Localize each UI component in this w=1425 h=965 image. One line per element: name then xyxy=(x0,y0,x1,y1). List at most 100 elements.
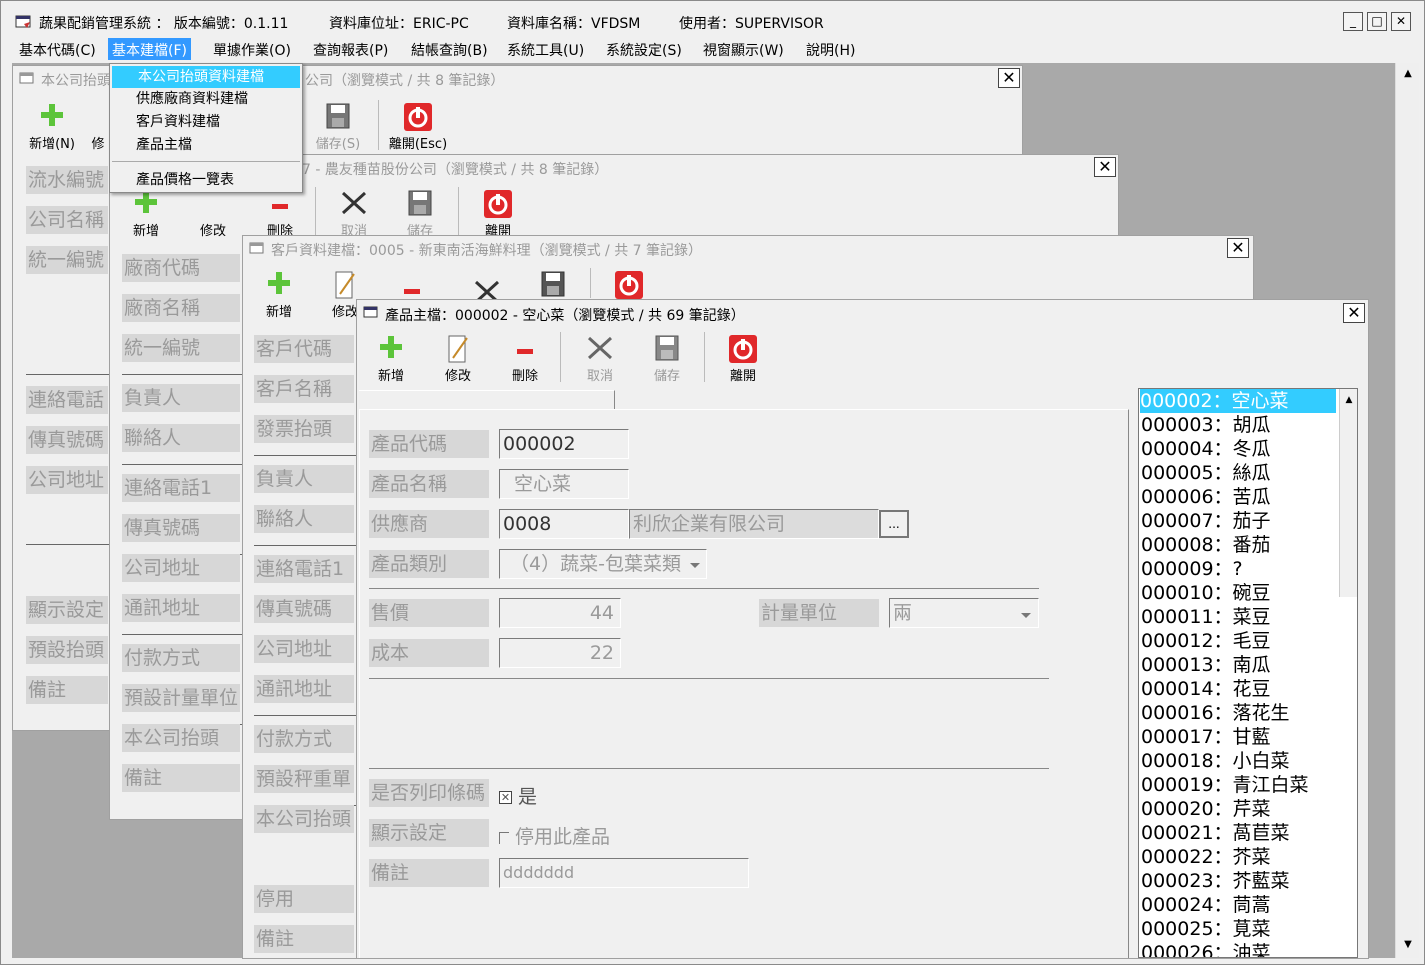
list-item[interactable]: 000021：萵苣菜 xyxy=(1141,821,1290,845)
company-window-close-icon[interactable]: ✕ xyxy=(998,68,1020,88)
checkbox-unchecked-icon[interactable] xyxy=(499,831,509,844)
list-item[interactable]: 000009：? xyxy=(1141,557,1243,581)
category-select[interactable]: （4）蔬菜-包葉菜類 xyxy=(499,549,707,579)
company-new-button[interactable]: 新增(N) xyxy=(23,96,81,154)
list-item[interactable]: 000008：番茄 xyxy=(1141,533,1271,557)
product-edit-button[interactable]: 修改 xyxy=(432,328,484,386)
supplier-code-field[interactable]: 0008 xyxy=(499,509,629,539)
product-exit-button[interactable]: 離開 xyxy=(717,328,769,386)
supplier-exit-button[interactable]: 離開 xyxy=(472,183,524,241)
list-item[interactable]: 000002：空心菜 xyxy=(1140,389,1336,413)
menu-item-product[interactable]: 產品主檔 xyxy=(110,134,302,156)
product-new-button[interactable]: 新增 xyxy=(365,328,417,386)
product-name-field[interactable]: 空心菜 xyxy=(499,469,629,499)
power-icon xyxy=(615,271,643,299)
mdi-scrollbar[interactable]: ▲ ▼ xyxy=(1395,63,1419,958)
supplier-browse-button[interactable]: ... xyxy=(879,510,909,538)
close-button[interactable]: ✕ xyxy=(1391,12,1411,31)
divider xyxy=(254,715,356,716)
list-item[interactable]: 000012：毛豆 xyxy=(1141,629,1271,653)
menu-settings[interactable]: 系統設定(S) xyxy=(604,40,684,60)
label-customer-name: 客戶名稱 xyxy=(254,375,354,403)
list-item[interactable]: 000020：芹菜 xyxy=(1141,797,1271,821)
list-item[interactable]: 000011：菜豆 xyxy=(1141,605,1271,629)
add-icon xyxy=(380,336,402,358)
menu-window[interactable]: 視窗顯示(W) xyxy=(701,40,786,60)
minimize-button[interactable]: _ xyxy=(1343,12,1363,31)
scroll-up-arrow-icon[interactable]: ▲ xyxy=(1399,65,1417,83)
list-item[interactable]: 000010：碗豆 xyxy=(1141,581,1271,605)
menu-closing[interactable]: 結帳查詢(B) xyxy=(409,40,490,60)
list-item[interactable]: 000019：青江白菜 xyxy=(1141,773,1309,797)
customer-window-close-icon[interactable]: ✕ xyxy=(1227,238,1249,258)
list-item[interactable]: 000018：小白菜 xyxy=(1141,749,1290,773)
label-notes: 備註 xyxy=(369,859,489,887)
menu-item-price-list[interactable]: 產品價格一覽表 xyxy=(110,169,302,191)
cost-field[interactable]: 22 xyxy=(499,638,621,668)
unit-select[interactable]: 兩 xyxy=(889,598,1039,628)
customer-new-button[interactable]: 新增 xyxy=(253,264,305,322)
list-item[interactable]: 000013：南瓜 xyxy=(1141,653,1271,677)
label-invoice-header: 發票抬頭 xyxy=(254,415,354,443)
toolbar-separator xyxy=(560,332,561,382)
toolbar-separator xyxy=(458,187,459,237)
product-code-field[interactable]: 000002 xyxy=(499,429,629,459)
list-item[interactable]: 000017：甘藍 xyxy=(1141,725,1271,749)
menu-basic-files[interactable]: 基本建檔(F) xyxy=(108,38,191,60)
product-save-button[interactable]: 儲存 xyxy=(641,328,693,386)
list-item[interactable]: 000023：芥藍菜 xyxy=(1141,869,1290,893)
product-delete-button[interactable]: 刪除 xyxy=(499,328,551,386)
add-icon xyxy=(268,272,290,294)
product-list[interactable]: 000002：空心菜 000003：胡瓜 000004：冬瓜 000005：絲瓜 000… xyxy=(1138,388,1358,958)
company-edit-button[interactable]: 修 xyxy=(85,96,111,154)
notes-field[interactable]: ddddddd xyxy=(499,858,749,888)
supplier-name-field: 利欣企業有限公司 xyxy=(629,509,879,539)
label-fax: 傳真號碼 xyxy=(122,514,240,542)
menu-reports[interactable]: 查詢報表(P) xyxy=(311,40,390,60)
menu-help[interactable]: 說明(H) xyxy=(804,40,857,60)
scroll-down-arrow-icon[interactable]: ▼ xyxy=(1399,936,1417,954)
label-tax-id: 統一編號 xyxy=(122,334,240,362)
list-item[interactable]: 000014：花豆 xyxy=(1141,677,1271,701)
form-tab[interactable] xyxy=(359,390,615,410)
label-supplier-name: 廠商名稱 xyxy=(122,294,240,322)
maximize-button[interactable]: □ xyxy=(1367,12,1387,31)
company-save-button[interactable]: 儲存(S) xyxy=(309,96,367,154)
product-cancel-button[interactable]: 取消 xyxy=(574,328,626,386)
menu-item-customer[interactable]: 客戶資料建檔 xyxy=(110,111,302,133)
print-barcode-checkbox[interactable]: ✕ 是 xyxy=(499,782,537,809)
menu-documents[interactable]: 單據作業(O) xyxy=(211,40,293,60)
menu-item-company-header[interactable]: 本公司抬頭資料建檔 xyxy=(112,66,300,88)
scroll-up-arrow-icon[interactable]: ▲ xyxy=(1340,391,1357,409)
list-item[interactable]: 000005：絲瓜 xyxy=(1141,461,1271,485)
delete-icon xyxy=(517,349,533,354)
price-field[interactable]: 44 xyxy=(499,598,621,628)
list-item[interactable]: 000003：胡瓜 xyxy=(1141,413,1271,437)
menu-tools[interactable]: 系統工具(U) xyxy=(505,40,586,60)
chevron-down-icon[interactable] xyxy=(687,560,703,570)
label-payment: 付款方式 xyxy=(254,725,354,753)
list-item[interactable]: 000016：落花生 xyxy=(1141,701,1290,725)
label-unit: 計量單位 xyxy=(759,599,879,627)
save-icon xyxy=(326,103,350,129)
chevron-down-icon[interactable] xyxy=(1018,610,1034,620)
list-item[interactable]: 000025：莧菜 xyxy=(1141,917,1271,941)
title-bar: 蔬果配銷管理系統 ： 版本編號：0.1.11 資料庫位址：ERIC-PC 資料庫… xyxy=(5,9,1419,35)
list-item[interactable]: 000024：茼蒿 xyxy=(1141,893,1271,917)
list-item[interactable]: 000004：冬瓜 xyxy=(1141,437,1271,461)
list-item[interactable]: 000022：芥菜 xyxy=(1141,845,1271,869)
supplier-window-close-icon[interactable]: ✕ xyxy=(1094,157,1116,177)
checkbox-checked-icon[interactable]: ✕ xyxy=(499,791,512,804)
supplier-save-button[interactable]: 儲存 xyxy=(394,183,446,241)
list-item[interactable]: 000006：苦瓜 xyxy=(1141,485,1271,509)
list-scrollbar[interactable]: ▲ xyxy=(1339,389,1357,597)
menu-item-supplier[interactable]: 供應廠商資料建檔 xyxy=(110,88,302,110)
supplier-cancel-button[interactable]: 取消 xyxy=(328,183,380,241)
menu-basic-codes[interactable]: 基本代碼(C) xyxy=(17,40,98,60)
label-category: 產品類別 xyxy=(369,550,489,578)
product-window-close-icon[interactable]: ✕ xyxy=(1343,303,1365,323)
list-item[interactable]: 000026：油菜 xyxy=(1141,941,1271,957)
company-exit-button[interactable]: 離開(Esc) xyxy=(385,96,451,154)
disable-product-checkbox[interactable]: 停用此產品 xyxy=(499,822,610,849)
list-item[interactable]: 000007：茄子 xyxy=(1141,509,1271,533)
